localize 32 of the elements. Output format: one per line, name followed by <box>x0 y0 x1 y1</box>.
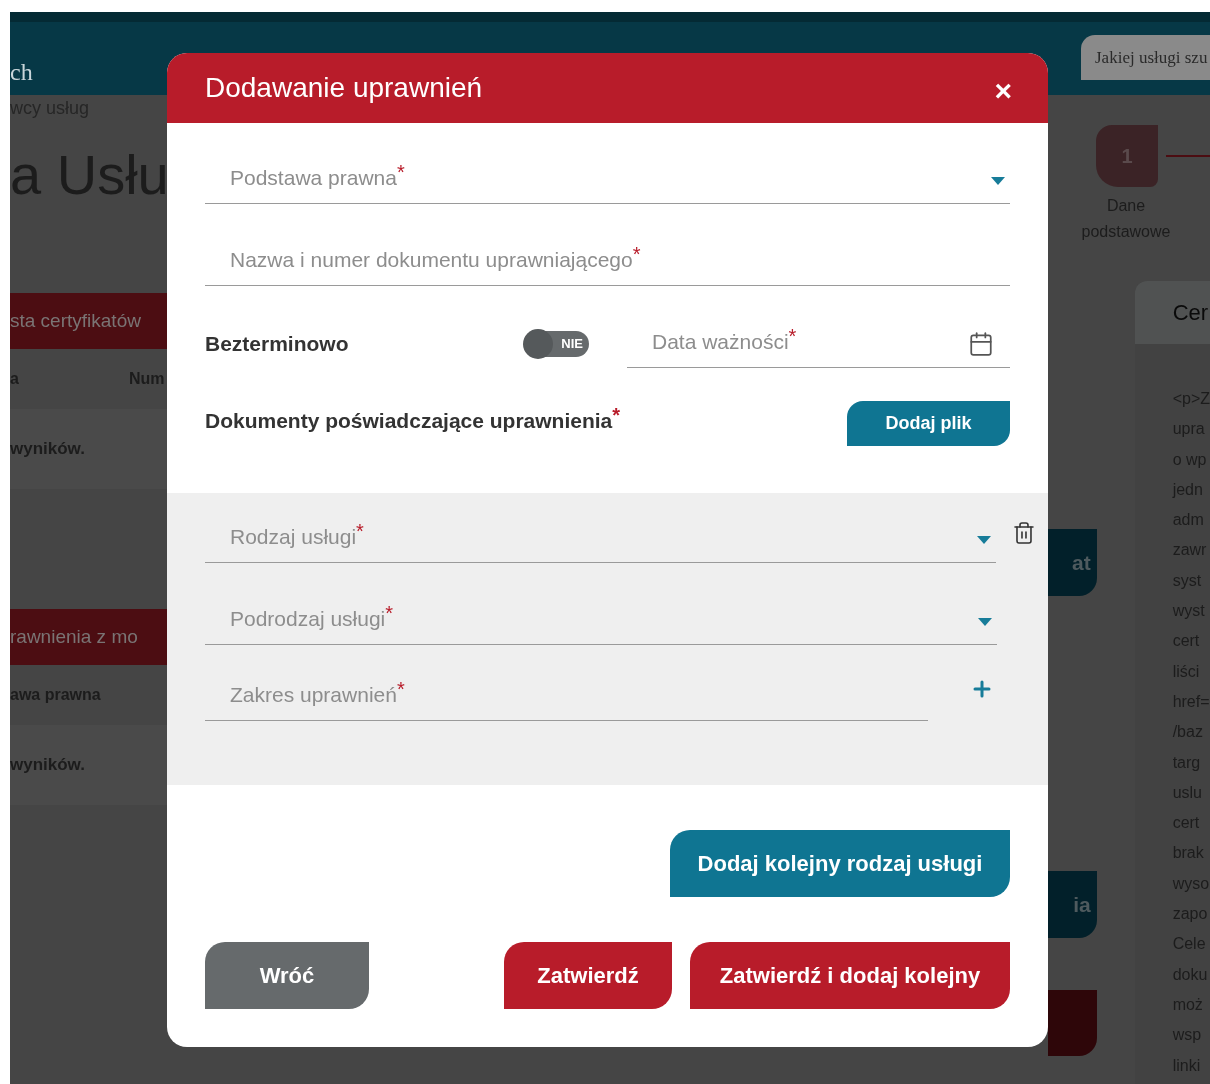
select-field[interactable]: Podstawa prawna* <box>205 150 1010 204</box>
select-field[interactable]: Podrodzaj usługi* <box>205 591 997 645</box>
field-label: Podrodzaj usługi* <box>230 602 394 632</box>
dialog-title: Dodawanie uprawnień <box>205 71 483 105</box>
search-field[interactable]: Jakiej usługi szu <box>1081 35 1210 80</box>
dialog-button[interactable]: Zatwierdź i dodaj kolejny <box>690 942 1010 1009</box>
field-label: Rodzaj usługi* <box>230 520 364 550</box>
delete-icon[interactable] <box>1012 521 1036 545</box>
input-field[interactable]: Nazwa i numer dokumentu uprawniającego* <box>205 232 1010 286</box>
dialog-button[interactable]: Wróć <box>205 942 369 1009</box>
section-header: rawnienia z mo <box>10 609 167 665</box>
date-field[interactable]: Data ważności* <box>627 314 1010 368</box>
field-label: Nazwa i numer dokumentu uprawniającego* <box>230 243 641 273</box>
calendar-icon[interactable] <box>968 331 994 357</box>
dialog-button[interactable]: Zatwierdź <box>504 942 672 1009</box>
brand-text: ch <box>10 58 33 87</box>
card-title: Cer <box>1172 299 1209 327</box>
field-label: Zakres uprawnień* <box>230 678 405 708</box>
toggle-switch[interactable]: NIE <box>525 331 589 357</box>
close-button[interactable]: × <box>994 76 1012 106</box>
dropdown-caret-icon <box>978 618 992 626</box>
field-label: Data ważności* <box>652 325 797 355</box>
input-field[interactable]: Zakres uprawnień* <box>205 667 928 721</box>
section-header: sta certyfikatów <box>10 293 167 349</box>
select-field[interactable]: Rodzaj usługi* <box>205 509 997 563</box>
add-service-button[interactable]: Dodaj kolejny rodzaj usługi <box>670 830 1010 897</box>
section-label: Dokumenty poświadczające uprawnienia* <box>205 405 621 434</box>
add-file-button[interactable]: Dodaj plik <box>847 401 1010 446</box>
option-label: Bezterminowo <box>205 331 349 358</box>
dropdown-caret-icon <box>977 536 992 544</box>
field-label: Podstawa prawna* <box>230 161 405 191</box>
dropdown-caret-icon <box>991 177 1005 185</box>
